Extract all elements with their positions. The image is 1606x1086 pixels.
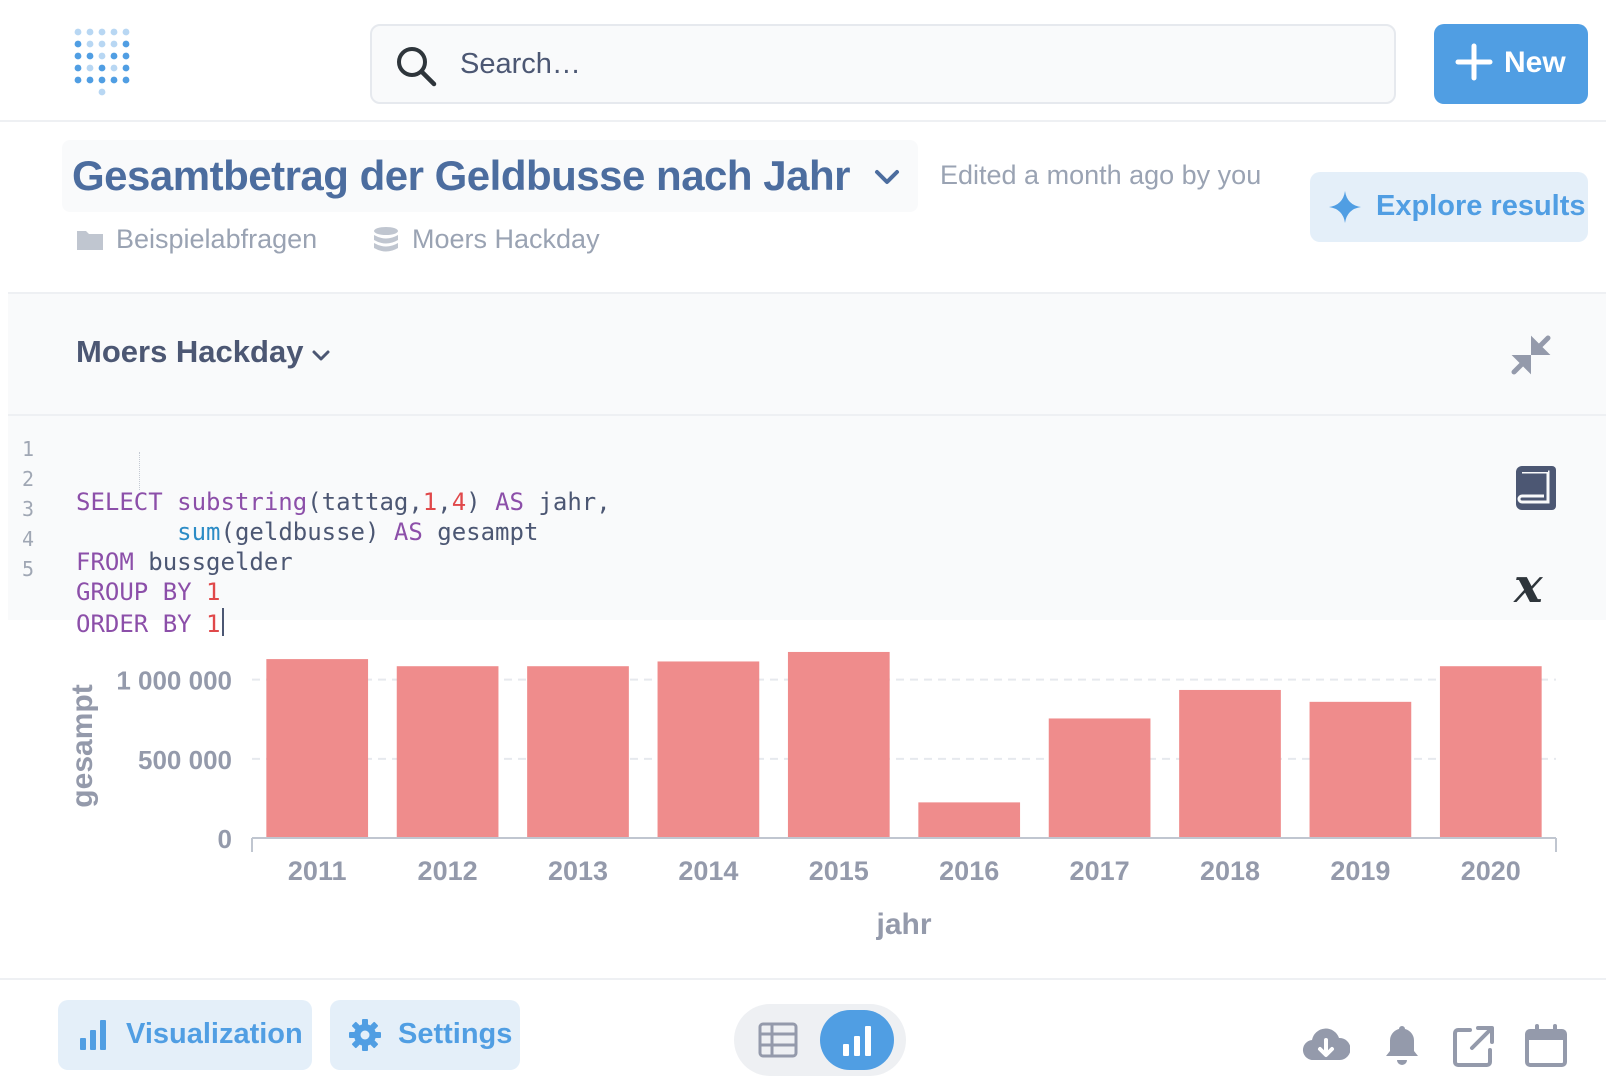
y-tick-label: 1 000 000	[116, 666, 232, 696]
line-number: 5	[22, 557, 35, 581]
gear-icon	[349, 1019, 381, 1051]
code-line: 2 sum(geldbusse) AS gesampt	[22, 467, 539, 546]
sql-editor[interactable]: 1 SELECT substring(tattag,1,4) AS jahr, …	[8, 416, 1606, 638]
bar	[1048, 718, 1151, 838]
indent-guide	[139, 452, 140, 490]
line-number: 3	[22, 497, 35, 521]
native-query-header: Moers Hackday	[8, 292, 1606, 416]
line-number: 1	[22, 437, 35, 461]
question-title-field[interactable]: Gesamtbetrag der Geldbusse nach Jahr	[62, 140, 918, 212]
page-title: Gesamtbetrag der Geldbusse nach Jahr	[72, 152, 850, 199]
x-tick-label: 2018	[1200, 856, 1260, 886]
code-line: 5 ORDER BY 1	[8, 552, 224, 638]
chart-view-toggle[interactable]	[820, 1010, 894, 1070]
variable-icon[interactable]: x	[1512, 560, 1562, 610]
edited-timestamp[interactable]: Edited a month ago by you	[940, 160, 1261, 191]
x-tick-label: 2012	[418, 856, 478, 886]
bell-icon[interactable]	[1378, 1022, 1426, 1070]
explore-results-button[interactable]: Explore results	[1310, 172, 1588, 242]
bar	[527, 666, 629, 838]
x-tick-label: 2014	[678, 856, 738, 886]
collection-name: Beispielabfragen	[116, 224, 318, 254]
bar	[396, 666, 499, 838]
new-button[interactable]: New	[1434, 24, 1588, 104]
search-bar[interactable]: Search…	[370, 24, 1396, 104]
search-placeholder: Search…	[460, 48, 581, 80]
bar-chart-icon	[843, 1026, 871, 1056]
code-line: 1 SELECT substring(tattag,1,4) AS jahr,	[22, 437, 611, 516]
plus-icon	[1455, 43, 1493, 81]
settings-label: Settings	[398, 1018, 513, 1050]
settings-button[interactable]: Settings	[330, 1000, 520, 1070]
line-number: 2	[22, 467, 35, 491]
bar-chart-icon	[80, 1020, 106, 1050]
bar	[266, 659, 369, 838]
collapse-editor-icon[interactable]	[1506, 330, 1556, 380]
y-tick-label: 0	[218, 824, 232, 854]
database-breadcrumb[interactable]: Moers Hackday	[372, 220, 632, 260]
code-line: 4 GROUP BY 1	[22, 527, 221, 606]
visualization-label: Visualization	[126, 1018, 303, 1050]
y-axis-label: gesampt	[66, 684, 99, 807]
x-axis-label: jahr	[875, 908, 931, 941]
view-toggle	[734, 1004, 906, 1076]
bar	[1179, 689, 1281, 838]
footer-bar: Visualization Settings	[0, 978, 1606, 1086]
book-icon[interactable]	[1514, 464, 1558, 512]
bar	[1439, 666, 1542, 838]
top-navbar: Search… New	[0, 0, 1606, 122]
x-tick-label: 2016	[939, 856, 999, 886]
database-icon	[374, 227, 398, 252]
code-line: 3 FROM bussgelder	[22, 497, 293, 576]
bar-chart: 0 500 000 1 000 000 2011 2012 2013 2014 2015 201…	[0, 628, 1606, 958]
collection-breadcrumb[interactable]: Beispielabfragen	[76, 220, 336, 260]
database-name: Moers Hackday	[412, 224, 600, 254]
database-selector[interactable]: Moers Hackday	[76, 334, 303, 370]
explore-results-label: Explore results	[1376, 190, 1586, 222]
bar	[918, 802, 1021, 838]
new-button-label: New	[1504, 46, 1566, 79]
svg-text:x: x	[1513, 560, 1544, 610]
x-tick-label: 2017	[1070, 856, 1130, 886]
x-tick-label: 2020	[1461, 856, 1521, 886]
table-icon[interactable]	[756, 1018, 800, 1062]
x-tick-label: 2019	[1330, 856, 1390, 886]
bar	[787, 651, 890, 838]
x-tick-label: 2011	[288, 856, 347, 886]
x-tick-label: 2015	[809, 856, 869, 886]
chevron-down-icon[interactable]	[310, 344, 332, 366]
chevron-down-icon[interactable]	[872, 162, 902, 192]
search-icon	[397, 47, 437, 87]
metabase-logo-icon[interactable]	[72, 26, 132, 96]
bar	[1309, 701, 1412, 838]
bar	[657, 661, 760, 838]
x-tick-label: 2013	[548, 856, 608, 886]
line-number: 4	[22, 527, 35, 551]
share-external-icon[interactable]	[1450, 1022, 1498, 1070]
visualization-button[interactable]: Visualization	[58, 1000, 312, 1070]
chart-canvas: 0 500 000 1 000 000 2011 2012 2013 2014 2015 201…	[66, 651, 1557, 941]
download-icon[interactable]	[1302, 1022, 1350, 1070]
y-tick-label: 500 000	[138, 745, 232, 775]
sparkle-icon	[1329, 191, 1361, 223]
folder-icon	[77, 231, 103, 250]
calendar-icon[interactable]	[1522, 1022, 1570, 1070]
